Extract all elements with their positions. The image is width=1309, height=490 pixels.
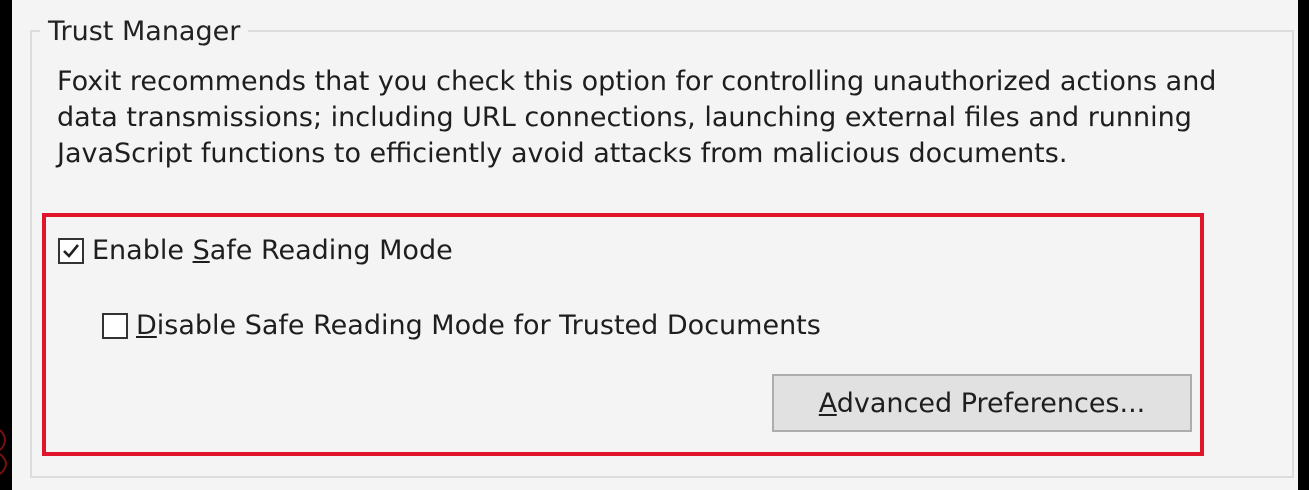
mnemonic-letter: A	[818, 387, 837, 419]
enable-safe-reading-mode-option[interactable]: Enable Safe Reading Mode	[58, 233, 453, 269]
description-line: data transmissions; including URL connec…	[57, 102, 1192, 133]
red-corner-decoration	[0, 429, 7, 475]
label-suffix: isable Safe Reading Mode for Trusted Doc…	[156, 310, 821, 341]
enable-safe-reading-mode-label: Enable Safe Reading Mode	[92, 233, 453, 269]
description-line: JavaScript functions to efficiently avoi…	[57, 138, 1068, 169]
disable-safe-reading-trusted-checkbox[interactable]	[102, 313, 128, 339]
checkmark-icon	[63, 244, 80, 258]
advanced-preferences-label: Advanced Preferences...	[819, 388, 1146, 419]
trust-manager-description: Foxit recommends that you check this opt…	[57, 64, 1237, 172]
label-prefix: Enable	[92, 235, 193, 266]
description-line: Foxit recommends that you check this opt…	[57, 66, 1217, 97]
enable-safe-reading-mode-checkbox[interactable]	[58, 238, 84, 264]
label-suffix: afe Reading Mode	[209, 235, 453, 266]
mnemonic-letter: S	[192, 235, 210, 266]
disable-safe-reading-trusted-option[interactable]: Disable Safe Reading Mode for Trusted Do…	[102, 308, 821, 344]
trust-manager-title: Trust Manager	[40, 14, 249, 50]
disable-safe-reading-trusted-label: Disable Safe Reading Mode for Trusted Do…	[136, 308, 821, 344]
label-suffix: dvanced Preferences...	[836, 387, 1146, 419]
mnemonic-letter: D	[136, 310, 157, 341]
advanced-preferences-button[interactable]: Advanced Preferences...	[772, 374, 1192, 432]
